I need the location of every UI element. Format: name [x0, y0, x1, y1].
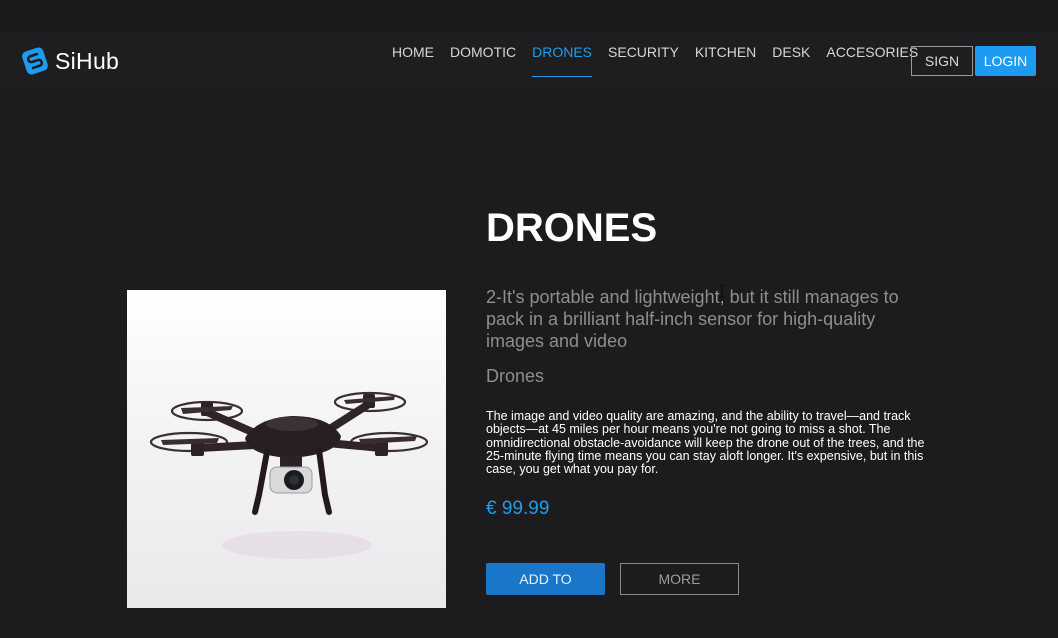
- logo[interactable]: SiHub: [20, 46, 119, 76]
- drone-illustration: [149, 391, 429, 559]
- nav-item-accesories[interactable]: ACCESORIES: [826, 44, 918, 77]
- product-image: [127, 290, 446, 608]
- nav-item-domotic[interactable]: DOMOTIC: [450, 44, 516, 77]
- product-description: The image and video quality are amazing,…: [486, 409, 925, 477]
- sihub-logo-icon: [22, 47, 48, 75]
- add-to-cart-button[interactable]: ADD TO: [486, 563, 605, 595]
- nav-item-home[interactable]: HOME: [392, 44, 434, 77]
- page-title: DRONES: [486, 206, 658, 250]
- nav-item-security[interactable]: SECURITY: [608, 44, 679, 77]
- main-nav: HOME DOMOTIC DRONES SECURITY KITCHEN DES…: [392, 44, 934, 77]
- nav-item-desk[interactable]: DESK: [772, 44, 810, 77]
- product-subtitle: 2-It's portable and lightweight, but it …: [486, 287, 899, 351]
- nav-item-kitchen[interactable]: KITCHEN: [695, 44, 756, 77]
- sign-button[interactable]: SIGN: [911, 46, 973, 76]
- brand-name: SiHub: [55, 47, 120, 74]
- top-strip: [0, 0, 1058, 32]
- text-cursor-icon: [719, 284, 725, 298]
- login-button[interactable]: LOGIN: [975, 46, 1036, 76]
- nav-item-drones[interactable]: DRONES: [532, 44, 593, 77]
- more-button[interactable]: MORE: [620, 563, 739, 595]
- product-price: € 99.99: [486, 498, 550, 519]
- product-category: Drones: [486, 366, 545, 386]
